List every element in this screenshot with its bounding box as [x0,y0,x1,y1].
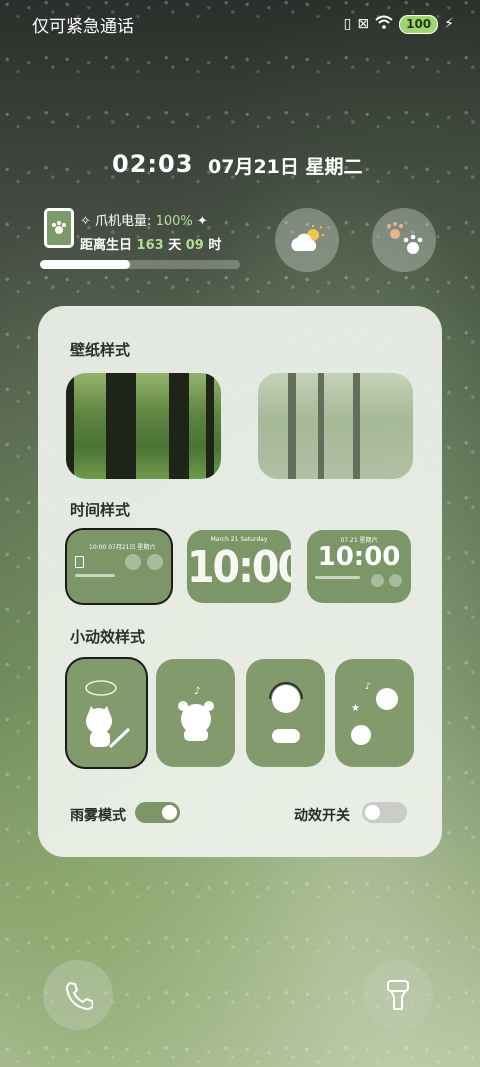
time-style-2-big: 10:00 [187,542,291,593]
battery-label: 爪机电量: [95,214,152,229]
svg-text:★: ★ [351,703,360,714]
wallpaper-style-title: 壁纸样式 [70,341,131,359]
anim-option-1[interactable] [67,659,146,767]
carrier-text: 仅可紧急通话 [32,16,134,37]
time-style-option-2[interactable]: March 21 Saturday 10:00 [187,530,291,603]
svg-text:♪: ♪ [194,686,200,697]
monkey-headphone-icon [269,682,303,743]
hours-value: 09 [185,238,204,253]
anim-switch-label: 动效开关 [294,808,350,824]
paw-button[interactable] [372,208,436,272]
anim-switch-toggle[interactable] [362,802,407,823]
flashlight-shortcut[interactable] [363,960,433,1030]
battery-line: ✧ 爪机电量: 100% ✦ [80,210,208,229]
wallpaper-option-1[interactable] [66,373,221,479]
anim-option-4[interactable]: ★ ♪ [335,659,414,767]
birthday-line: 距离生日 163 天 09 时 [80,234,221,253]
lock-date: 07月21日 星期二 [208,156,363,178]
weather-button[interactable] [275,208,339,272]
flashlight-icon [387,980,409,1010]
birthday-progress-fill [40,260,130,269]
wallpaper-option-2[interactable] [258,373,413,479]
sparkle-icon: ✦ [196,214,208,229]
days-unit: 天 [168,238,182,253]
time-style-option-3[interactable]: 07.21 星期六 10:00 [307,530,411,603]
characters-icon: ★ ♪ [351,682,398,745]
phone-icon [65,981,93,1010]
rain-mode-toggle[interactable] [135,802,180,823]
wifi-icon [375,15,393,33]
birthday-progress [40,260,240,269]
battery-icon: 100 [399,14,439,34]
charging-icon: ⚡ [444,16,454,32]
vibrate-icon: ▯ [343,16,352,32]
anim-option-2[interactable]: ♪ [156,659,235,767]
lock-time: 02:03 [112,150,194,178]
days-value: 163 [136,238,164,253]
anim-option-3[interactable] [246,659,325,767]
no-sim-icon: ⊠ [357,16,370,32]
hours-unit: 时 [208,238,222,253]
time-style-title: 时间样式 [70,501,131,519]
battery-value: 100% [155,214,193,229]
time-style-option-1[interactable]: 10:00 07月21日 星期六 [67,530,171,603]
phone-battery-icon [44,208,74,248]
bear-icon: ♪ [178,686,214,741]
anim-style-title: 小动效样式 [70,628,146,646]
time-style-1-time: 10:00 [89,544,107,551]
time-style-1-date: 07月21日 星期六 [108,544,156,551]
weather-icon [291,225,324,251]
time-style-3-big: 10:00 [317,542,401,572]
phone-shortcut[interactable] [43,960,113,1030]
toggle-knob [162,805,177,820]
settings-panel: 壁纸样式 时间样式 10:00 07月21日 星期六 March 21 Satu… [38,306,442,857]
cat-guitar-icon [85,680,131,749]
status-icons: ▯ ⊠ 100 ⚡ [343,14,454,34]
rain-mode-label: 雨雾模式 [70,808,126,824]
toggle-knob [365,805,380,820]
sparkle-icon: ✧ [80,214,91,229]
status-bar: 仅可紧急通话 ▯ ⊠ 100 ⚡ [32,10,454,38]
birthday-label: 距离生日 [80,238,133,253]
svg-text:♪: ♪ [365,682,371,692]
paw-icon [387,222,423,254]
